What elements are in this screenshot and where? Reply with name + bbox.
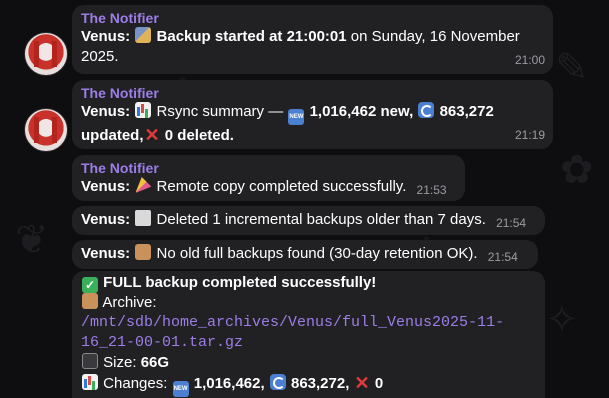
changes-updated: 863,272, [290,375,350,392]
leaf-doodle-icon: ❦ [15,218,49,262]
cross-mark-icon: ✕ [144,125,160,145]
bar-chart-icon [82,374,98,390]
new-badge-icon: NEW [172,381,189,397]
broom-icon [135,27,152,43]
message-text: Remote copy completed successfully. [156,178,407,195]
party-popper-icon [135,177,152,193]
package-icon [82,293,98,309]
avatar[interactable] [24,108,68,152]
message-time: 21:00 [514,53,545,67]
message-bubble[interactable]: Venus: Deleted 1 incremental backups old… [72,206,545,235]
new-count: 1,016,462 new, [309,103,414,120]
message-bubble[interactable]: The Notifier Venus: Backup started at 21… [72,5,553,74]
updated-count: 863,272 [439,103,494,120]
sender-name[interactable]: The Notifier [81,84,544,102]
message-bubble[interactable]: The Notifier Venus: Remote copy complete… [72,155,465,201]
message-text: Rsync summary — [156,103,284,120]
sync-icon [418,102,435,118]
host-label: Venus: [81,211,131,228]
message-text: No old full backups found (30-day retent… [156,245,478,262]
new-badge-icon: NEW [288,109,305,125]
star-doodle-icon: ✧ [545,298,579,342]
wastebasket-icon [135,210,152,226]
cross-mark-icon: ✕ [354,373,370,393]
floppy-disk-icon [82,353,98,369]
check-mark-icon: ✓ [82,277,98,293]
message-text-bold: Backup started at 21:00:01 [156,28,347,45]
sender-name[interactable]: The Notifier [81,159,456,177]
host-label: Venus: [81,28,131,45]
size-label: Size: [103,354,137,371]
sync-icon [269,374,286,390]
changes-label: Changes: [103,375,168,392]
package-icon [135,244,152,260]
pencil-doodle-icon: ✎ [555,46,589,90]
message-bubble[interactable]: Venus: No old full backups found (30-day… [72,240,538,269]
deleted-count: 0 deleted. [164,127,234,144]
message-time: 21:54 [496,216,527,230]
host-label: Venus: [81,245,131,262]
message-time: 21:54 [487,250,518,264]
message-title: FULL backup completed successfully! [103,274,377,291]
archive-path-link[interactable]: 16_21-00-01.tar.gz [81,333,536,353]
message-text: updated, [81,127,144,144]
message-time: 21:53 [416,183,447,197]
host-label: Venus: [81,178,131,195]
message-text: Deleted 1 incremental backups older than… [156,211,486,228]
changes-deleted: 0 [374,375,384,392]
message-time: 21:19 [514,128,545,142]
avatar[interactable] [24,32,68,76]
archive-path-link[interactable]: /mnt/sdb/home_archives/Venus/full_Venus2… [81,313,536,333]
sender-name[interactable]: The Notifier [81,9,544,27]
host-label: Venus: [81,103,131,120]
archive-label: Archive: [102,294,157,311]
chat-area: ✎ ✿ ❦ ✧ The Notifier Venus: Backup start… [0,0,609,398]
message-bubble[interactable]: The Notifier Venus: Rsync summary — NEW … [72,80,553,149]
scribble-doodle-icon: ✿ [560,148,594,192]
bar-chart-icon [135,102,152,118]
changes-new: 1,016,462, [193,375,265,392]
message-bubble[interactable]: ✓ FULL backup completed successfully! Ar… [72,271,545,398]
size-value: 66G [140,354,170,371]
